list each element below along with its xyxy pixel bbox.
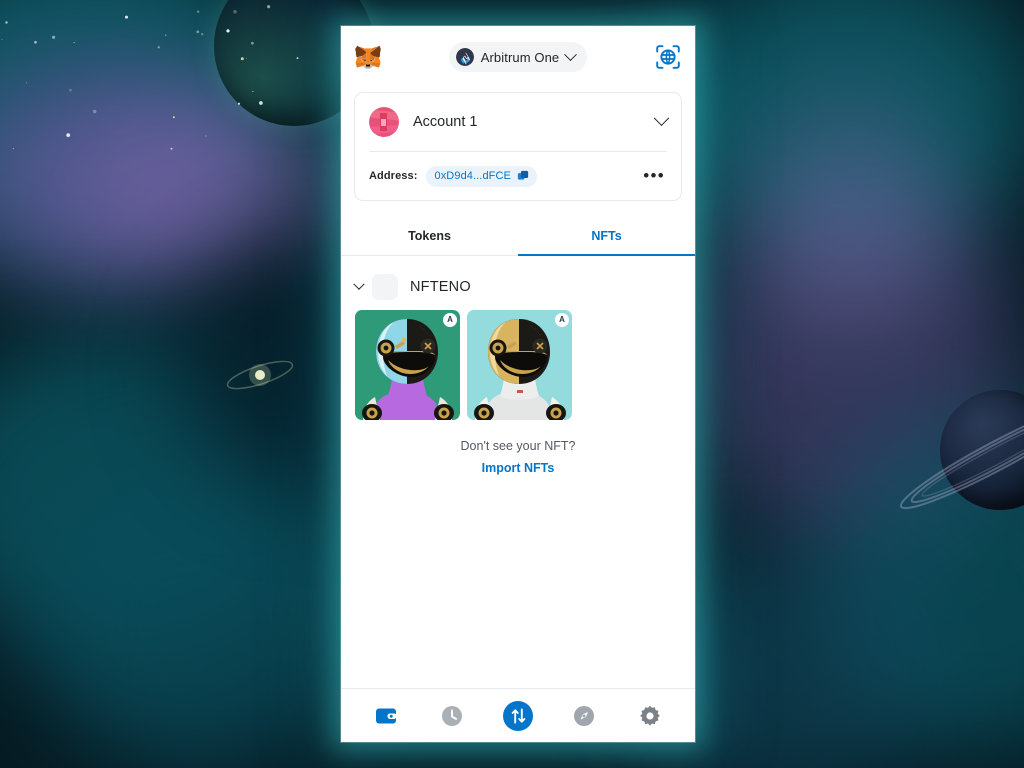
copy-icon: [517, 170, 529, 180]
clock-icon: [442, 705, 462, 726]
gear-icon: [640, 705, 660, 726]
chevron-down-icon: [653, 109, 670, 126]
bottom-navigation-bar: [341, 688, 695, 742]
nft-card-1[interactable]: A: [355, 310, 460, 420]
network-name-label: Arbitrum One: [480, 49, 560, 65]
nav-swap[interactable]: [501, 699, 535, 733]
nav-explore[interactable]: [567, 699, 601, 733]
address-label: Address:: [369, 170, 418, 182]
wallet-icon: [376, 708, 397, 723]
nft-import-footer: Don't see your NFT? Import NFTs: [341, 439, 695, 477]
nft-collection-header[interactable]: NFTENO: [341, 270, 695, 304]
swap-button-circle: [503, 700, 533, 731]
metamask-extension-panel: Arbitrum One Account 1 Address: 0xD9d4..…: [341, 26, 695, 742]
chevron-down-icon: [353, 278, 365, 290]
address-value: 0xD9d4...dFCE: [434, 170, 511, 182]
nft-grid: A A: [341, 304, 695, 420]
more-options-icon[interactable]: •••: [641, 167, 667, 185]
arbitrum-logo-icon: [455, 48, 474, 66]
import-nfts-link[interactable]: Import NFTs: [482, 461, 555, 475]
swap-arrows-icon: [511, 707, 525, 724]
wallet-tabs: Tokens NFTs: [341, 219, 695, 256]
collection-thumbnail-placeholder: [372, 274, 398, 300]
app-header: Arbitrum One: [341, 26, 695, 88]
nft-card-2[interactable]: A: [467, 310, 572, 420]
scan-qr-globe-icon[interactable]: [655, 44, 681, 70]
account-selector-button[interactable]: Account 1: [355, 93, 681, 151]
nav-wallet[interactable]: [369, 699, 403, 733]
account-address-row: Address: 0xD9d4...dFCE •••: [355, 152, 681, 200]
desktop-background: Arbitrum One Account 1 Address: 0xD9d4..…: [0, 0, 1024, 768]
chevron-down-icon: [564, 47, 578, 61]
tab-nfts[interactable]: NFTs: [518, 219, 695, 256]
nft-list-panel: NFTENO A A Don't see your NFT? Import NF…: [341, 256, 695, 688]
account-card: Account 1 Address: 0xD9d4...dFCE •••: [354, 92, 682, 201]
starfield: [1, 5, 299, 150]
nav-settings[interactable]: [633, 699, 667, 733]
network-selector-button[interactable]: Arbitrum One: [448, 42, 588, 72]
arbitrum-network-badge-icon: A: [555, 313, 569, 327]
galaxy-swirl: [226, 360, 294, 390]
arbitrum-network-badge-icon: A: [443, 313, 457, 327]
account-name-label: Account 1: [413, 114, 478, 130]
tab-tokens[interactable]: Tokens: [341, 219, 518, 256]
no-nft-question: Don't see your NFT?: [460, 439, 576, 453]
nav-activity[interactable]: [435, 699, 469, 733]
copy-address-button[interactable]: 0xD9d4...dFCE: [426, 165, 537, 187]
collection-name-label: NFTENO: [410, 279, 471, 295]
nebula-cloud: [660, 0, 1024, 260]
planet-rings: [899, 402, 1024, 510]
nebula-cloud: [30, 470, 360, 768]
nebula-cloud: [740, 80, 960, 340]
account-jazzicon-avatar: [369, 107, 399, 137]
compass-icon: [574, 705, 594, 726]
metamask-fox-icon[interactable]: [355, 45, 381, 69]
